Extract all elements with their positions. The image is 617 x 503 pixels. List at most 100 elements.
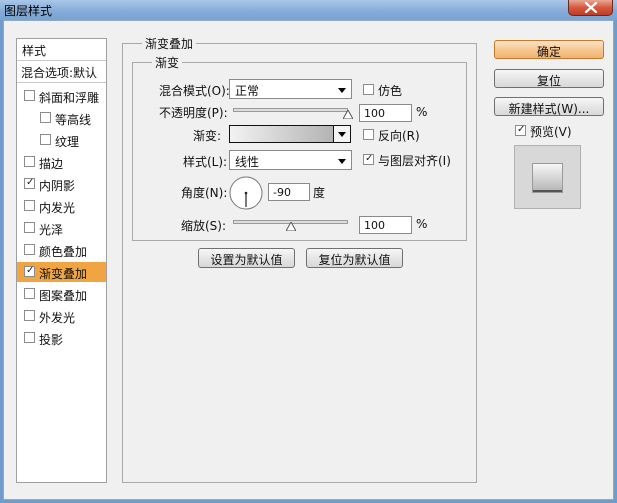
dither-checkbox-box[interactable] — [363, 84, 374, 95]
style-list-checkbox[interactable] — [40, 112, 51, 123]
style-list-checkbox[interactable] — [24, 90, 35, 101]
style-list: 样式 混合选项:默认 斜面和浮雕等高线纹理描边 ✓ 内阴影内发光光泽颜色叠加 ✓ 渐变叠… — [16, 38, 107, 483]
style-label: 样式(L): — [183, 155, 228, 169]
close-button[interactable] — [568, 0, 613, 16]
style-list-item[interactable]: 内发光 — [17, 196, 106, 216]
scale-slider-thumb[interactable] — [285, 222, 296, 231]
layer-style-dialog: 图层样式 样式 混合选项:默认 斜面和浮雕等高线纹理描边 ✓ 内阴影内发光光泽颜色叠… — [0, 0, 617, 503]
angle-input[interactable]: -90 — [268, 183, 310, 201]
style-preview — [514, 145, 581, 209]
style-list-item[interactable]: 描边 — [17, 152, 106, 172]
style-list-item[interactable]: 光泽 — [17, 218, 106, 238]
angle-label: 角度(N): — [181, 186, 228, 200]
blend-options-label: 混合选项:默认 — [21, 66, 98, 80]
new-style-label: 新建样式(W)... — [508, 102, 590, 116]
style-list-checkbox[interactable] — [24, 310, 35, 321]
blend-options-item[interactable]: 混合选项:默认 — [17, 61, 106, 83]
blend-mode-select[interactable]: 正常 — [229, 79, 352, 99]
style-list-checkbox[interactable] — [24, 200, 35, 211]
gradient-style-select[interactable]: 线性 — [229, 150, 352, 170]
style-list-item-label: 外发光 — [39, 311, 76, 325]
preview-checkbox-box[interactable]: ✓ — [515, 124, 526, 136]
opacity-input[interactable]: 100 — [359, 104, 412, 122]
ok-button[interactable]: 确定 — [494, 40, 604, 59]
style-list-item[interactable]: 颜色叠加 — [17, 240, 106, 260]
style-list-checkbox[interactable] — [24, 332, 35, 343]
scale-label: 缩放(S): — [181, 219, 227, 233]
reset-default-button[interactable]: 复位为默认值 — [306, 248, 403, 268]
angle-unit: 度 — [313, 186, 326, 200]
style-list-item-label: 内发光 — [39, 201, 76, 215]
style-list-item-label: 渐变叠加 — [39, 267, 88, 281]
style-list-item[interactable]: 外发光 — [17, 306, 106, 326]
style-list-item-label: 斜面和浮雕 — [39, 91, 100, 105]
style-list-item-label: 光泽 — [39, 223, 64, 237]
gradient-overlay-title: 渐变叠加 — [142, 35, 197, 52]
style-list-checkbox[interactable] — [24, 156, 35, 167]
reset-button[interactable]: 复位 — [494, 69, 604, 88]
style-list-item-label: 内阴影 — [39, 179, 76, 193]
style-list-item-label: 投影 — [39, 333, 64, 347]
preview-swatch — [532, 163, 563, 193]
scale-unit: % — [416, 217, 428, 231]
opacity-slider-thumb[interactable] — [343, 110, 353, 119]
blend-mode-label: 混合模式(O): — [159, 84, 230, 98]
dither-label: 仿色 — [378, 84, 403, 98]
chevron-down-icon — [338, 159, 346, 164]
style-list-item[interactable]: 纹理 — [17, 130, 106, 150]
align-checkbox-box[interactable]: ✓ — [363, 153, 374, 165]
chevron-down-icon — [338, 88, 346, 93]
style-list-item-label: 描边 — [39, 157, 64, 171]
checkmark-icon: ✓ — [26, 177, 35, 188]
styles-header-label: 样式 — [22, 44, 47, 58]
style-list-checkbox[interactable] — [24, 288, 35, 299]
chevron-down-icon — [338, 132, 346, 137]
angle-value: -90 — [273, 186, 291, 199]
style-list-item[interactable]: 图案叠加 — [17, 284, 106, 304]
style-list-item[interactable]: 斜面和浮雕 — [17, 86, 106, 106]
style-list-item-label: 图案叠加 — [39, 289, 88, 303]
style-list-checkbox[interactable]: ✓ — [24, 265, 35, 277]
style-list-item-label: 等高线 — [55, 113, 92, 127]
style-list-item[interactable]: 等高线 — [17, 108, 106, 128]
scale-input[interactable]: 100 — [359, 216, 412, 234]
style-list-item[interactable]: ✓ 渐变叠加 — [17, 262, 106, 282]
checkmark-icon: ✓ — [365, 153, 374, 164]
window-title: 图层样式 — [4, 4, 53, 18]
styles-header[interactable]: 样式 — [17, 39, 106, 61]
close-icon — [584, 2, 598, 13]
reverse-checkbox-box[interactable] — [363, 129, 374, 140]
checkmark-icon: ✓ — [26, 265, 35, 276]
title-bar[interactable]: 图层样式 — [0, 0, 617, 20]
opacity-unit: % — [416, 105, 428, 119]
style-list-checkbox[interactable] — [40, 134, 51, 145]
style-list-item-label: 颜色叠加 — [39, 245, 88, 259]
opacity-label: 不透明度(P): — [159, 106, 228, 120]
set-default-label: 设置为默认值 — [210, 253, 283, 267]
style-list-item[interactable]: ✓ 内阴影 — [17, 174, 106, 194]
set-default-button[interactable]: 设置为默认值 — [198, 248, 295, 268]
opacity-value: 100 — [364, 107, 385, 120]
gradient-dropdown-button[interactable] — [333, 125, 351, 143]
style-list-item[interactable]: 投影 — [17, 328, 106, 348]
ok-label: 确定 — [536, 45, 561, 59]
dialog-body: 样式 混合选项:默认 斜面和浮雕等高线纹理描边 ✓ 内阴影内发光光泽颜色叠加 ✓ 渐变叠… — [3, 20, 614, 500]
gradient-picker[interactable] — [229, 125, 350, 143]
align-label: 与图层对齐(I) — [378, 154, 451, 168]
gradient-style-value: 线性 — [235, 155, 260, 169]
preview-label: 预览(V) — [530, 125, 572, 139]
blend-mode-value: 正常 — [235, 84, 260, 98]
gradient-label: 渐变: — [193, 129, 222, 143]
new-style-button[interactable]: 新建样式(W)... — [494, 97, 604, 116]
style-list-checkbox[interactable] — [24, 244, 35, 255]
gradient-group-title: 渐变 — [152, 54, 183, 71]
reset-label: 复位 — [536, 74, 561, 88]
style-list-item-label: 纹理 — [55, 135, 80, 149]
scale-value: 100 — [364, 219, 385, 232]
opacity-slider[interactable] — [233, 108, 348, 112]
angle-dial[interactable] — [229, 176, 263, 210]
checkmark-icon: ✓ — [517, 124, 526, 135]
reverse-label: 反向(R) — [378, 129, 420, 143]
style-list-checkbox[interactable]: ✓ — [24, 177, 35, 189]
style-list-checkbox[interactable] — [24, 222, 35, 233]
